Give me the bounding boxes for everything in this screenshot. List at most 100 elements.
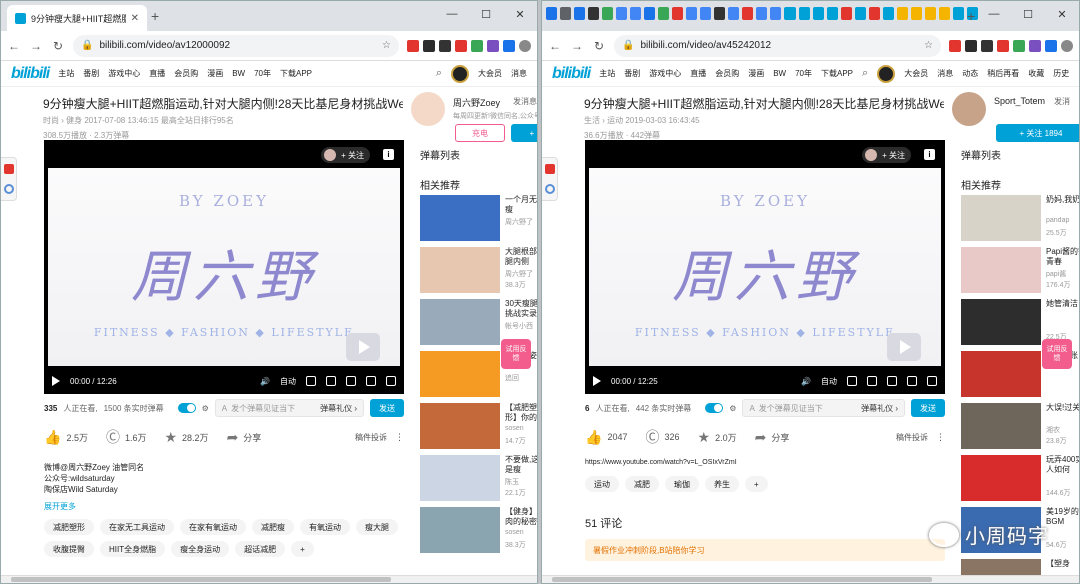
mini-tab[interactable] — [644, 7, 655, 20]
danmaku-list-header[interactable]: 弹幕列表 — [961, 147, 1001, 162]
related-video-item[interactable]: Papi酱的钟青春 papi酱 176.4万 — [961, 247, 1079, 295]
favorite-button[interactable]: ★ 28.2万 — [164, 429, 208, 446]
nav-item[interactable]: 游戏中心 — [649, 68, 681, 79]
tag[interactable]: 瘦大腿 — [356, 519, 398, 535]
tag[interactable]: 减肥 — [625, 476, 659, 492]
maximize-icon[interactable]: ☐ — [1011, 1, 1045, 27]
font-icon[interactable]: A — [222, 404, 227, 413]
tag[interactable]: 超话减肥 — [235, 541, 286, 557]
share-button[interactable]: ➦ 分享 — [755, 429, 790, 446]
float-toolbar[interactable] — [1, 157, 17, 201]
nav-item[interactable]: 番剧 — [83, 68, 99, 79]
mini-tab[interactable] — [560, 7, 571, 20]
horizontal-scrollbar[interactable] — [542, 575, 1079, 583]
coin-button[interactable]: Ⓒ 1.6万 — [106, 427, 147, 447]
feedback-button[interactable]: 试用反馈 — [501, 339, 531, 369]
mini-tab[interactable] — [742, 7, 753, 20]
close-tab-icon[interactable]: ✕ — [131, 13, 139, 24]
tag[interactable]: 养生 — [705, 476, 739, 492]
coin-button[interactable]: Ⓒ 326 — [645, 427, 679, 447]
danmaku-toggle-icon[interactable] — [326, 376, 336, 386]
horizontal-scrollbar[interactable] — [1, 575, 537, 583]
reload-icon[interactable]: ↻ — [51, 39, 65, 53]
profile-icon[interactable] — [519, 39, 531, 52]
fullscreen-icon[interactable] — [386, 376, 396, 386]
mini-tab[interactable] — [897, 7, 908, 20]
mini-tab[interactable] — [939, 7, 950, 20]
report-link[interactable]: 稿件投诉 — [355, 432, 387, 443]
big-play-icon[interactable] — [887, 333, 921, 361]
mini-tab[interactable] — [953, 7, 964, 20]
tag[interactable]: 瘦全身运动 — [171, 541, 230, 557]
extension-icon[interactable] — [439, 39, 451, 52]
feedback-button[interactable]: 试用反馈 — [1042, 339, 1072, 369]
mini-tab[interactable] — [602, 7, 613, 20]
minimize-icon[interactable]: — — [435, 1, 469, 27]
bookmark-star-icon[interactable]: ☆ — [382, 40, 391, 51]
mini-tab[interactable] — [855, 7, 866, 20]
charge-button[interactable]: 充电 — [455, 124, 505, 142]
related-video-item[interactable]: 大误!过关 湘农 23.8万 — [961, 403, 1079, 451]
player-follow-button[interactable]: + 关注 — [321, 147, 370, 163]
description-url[interactable]: https://www.youtube.com/watch?v=L_OSIxVr… — [585, 459, 737, 466]
mini-tab[interactable] — [588, 7, 599, 20]
mini-tab[interactable] — [869, 7, 880, 20]
share-button[interactable]: ➦ 分享 — [227, 429, 262, 446]
tag[interactable]: 在家有氧运动 — [180, 519, 246, 535]
nav-item[interactable]: 主站 — [599, 68, 615, 79]
red-envelope-icon[interactable] — [4, 164, 14, 174]
tag[interactable]: 减肥塑形 — [44, 519, 94, 535]
close-window-icon[interactable]: ✕ — [1045, 1, 1079, 27]
scroll-thumb[interactable] — [552, 577, 932, 582]
minimize-icon[interactable]: — — [977, 1, 1011, 27]
back-icon[interactable]: ← — [7, 39, 21, 53]
settings-icon[interactable] — [306, 376, 316, 386]
nav-item[interactable]: 游戏中心 — [108, 68, 140, 79]
video-player[interactable]: + 关注 i BY ZOEY 周六野 FITNESS ◆ FASHION ◆ L… — [44, 140, 404, 394]
reload-icon[interactable]: ↻ — [592, 39, 606, 53]
send-message-link[interactable]: 发消息 — [513, 96, 537, 107]
nav-right-item[interactable]: 消息 — [511, 68, 527, 79]
send-button[interactable]: 发送 — [370, 399, 404, 417]
uploader-name[interactable]: Sport_Totem — [994, 96, 1045, 106]
bookmark-star-icon[interactable]: ☆ — [924, 40, 933, 51]
bilibili-logo[interactable]: bilibili — [11, 65, 50, 83]
mini-tab[interactable] — [700, 7, 711, 20]
tag[interactable]: 运动 — [585, 476, 619, 492]
nav-item[interactable]: 会员购 — [174, 68, 198, 79]
mini-tab[interactable] — [925, 7, 936, 20]
player-follow-button[interactable]: + 关注 — [862, 147, 911, 163]
pip-icon[interactable] — [887, 376, 897, 386]
info-icon[interactable]: i — [924, 149, 935, 160]
maximize-icon[interactable]: ☐ — [469, 1, 503, 27]
etiquette-link[interactable]: 弹幕礼仪 › — [320, 403, 357, 414]
nav-item[interactable]: 会员购 — [715, 68, 739, 79]
nav-item[interactable]: 下载APP — [821, 68, 853, 79]
extension-icon[interactable] — [1029, 39, 1041, 52]
auto-quality[interactable]: 自动 — [821, 376, 837, 387]
mini-tab[interactable] — [911, 7, 922, 20]
nav-item[interactable]: 70年 — [795, 68, 812, 79]
related-video-item[interactable]: 奶妈,我奶! pandap 25.5万 — [961, 195, 1079, 243]
mini-tab[interactable] — [827, 7, 838, 20]
mini-tab[interactable] — [672, 7, 683, 20]
big-play-icon[interactable] — [346, 333, 380, 361]
mini-tab[interactable] — [658, 7, 669, 20]
info-icon[interactable]: i — [383, 149, 394, 160]
forward-icon[interactable]: → — [570, 39, 584, 53]
close-window-icon[interactable]: ✕ — [503, 1, 537, 27]
send-button[interactable]: 发送 — [911, 399, 945, 417]
mini-tab[interactable] — [714, 7, 725, 20]
new-tab-button[interactable]: + — [151, 8, 159, 24]
back-icon[interactable]: ← — [548, 39, 562, 53]
video-player[interactable]: + 关注 i BY ZOEY 周六野 FITNESS ◆ FASHION ◆ L… — [585, 140, 945, 394]
active-mini-tab[interactable] — [784, 7, 796, 20]
tag[interactable]: 在家无工具运动 — [100, 519, 174, 535]
related-video-item[interactable]: 不要做,这是瘦 陈玉 22.1万 — [420, 455, 537, 503]
mini-tab[interactable] — [686, 7, 697, 20]
tag[interactable]: 收腹提臀 — [44, 541, 94, 557]
mini-tab[interactable] — [799, 7, 810, 20]
nav-item[interactable]: 70年 — [254, 68, 271, 79]
nav-right-item[interactable]: 稍后再看 — [987, 68, 1019, 79]
settings-icon[interactable] — [847, 376, 857, 386]
